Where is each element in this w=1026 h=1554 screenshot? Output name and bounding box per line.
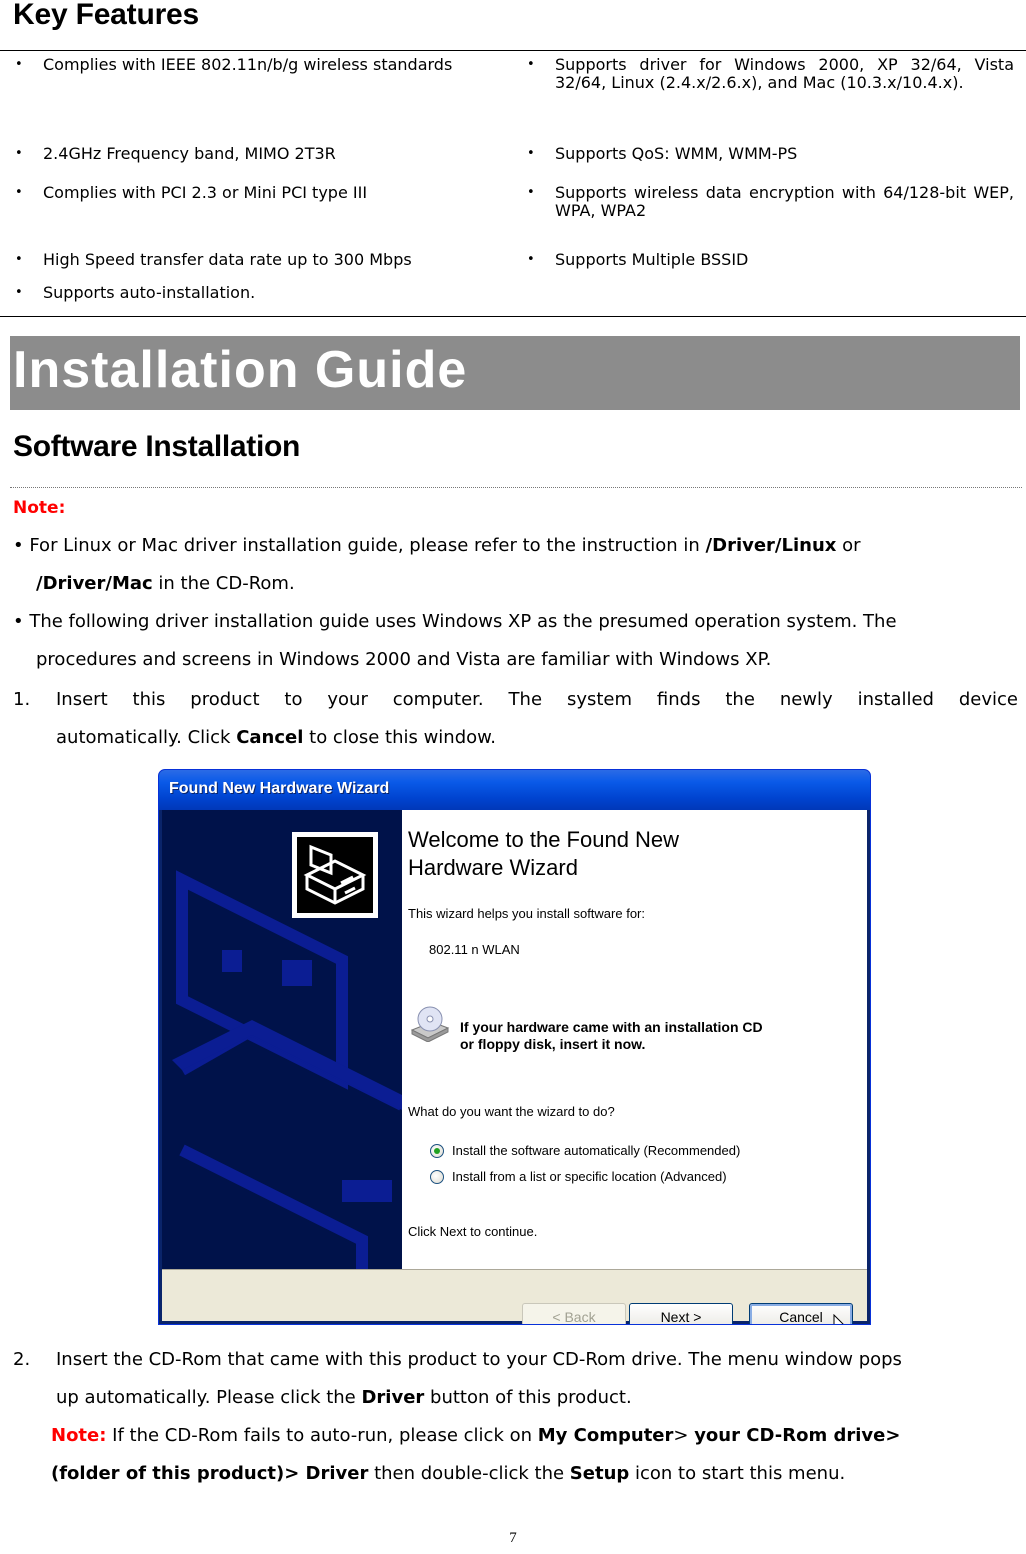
note-windows-xp: • The following driver installation guid… xyxy=(13,611,897,632)
note-linux-mac: • For Linux or Mac driver installation g… xyxy=(13,535,861,556)
wizard-content: Welcome to the Found New Hardware Wizard… xyxy=(402,810,867,1269)
continue-hint: Click Next to continue. xyxy=(408,1224,538,1239)
bullet-icon: • xyxy=(15,285,23,300)
wizard-button-separator xyxy=(162,1269,867,1270)
radio-button-selected[interactable] xyxy=(430,1144,444,1158)
dotted-divider xyxy=(10,487,1022,488)
bullet-icon: • xyxy=(527,57,535,72)
section-banner: Installation Guide xyxy=(10,336,1020,410)
bullet-icon: • xyxy=(15,185,23,200)
note-linux-mac-cont: /Driver/Mac in the CD-Rom. xyxy=(36,573,295,594)
step-2-note-label: Note: xyxy=(51,1425,107,1446)
step-1-text-cont: automatically. Click Cancel to close thi… xyxy=(56,727,496,748)
step-1-number: 1. xyxy=(13,689,31,710)
wizard-question: What do you want the wizard to do? xyxy=(408,1104,615,1119)
step-1-text: Insert this product to your computer. Th… xyxy=(56,689,1018,710)
bullet-icon: • xyxy=(527,146,535,161)
table-top-rule xyxy=(0,50,1026,51)
back-button[interactable]: < Back xyxy=(522,1303,626,1324)
table-bottom-rule xyxy=(0,316,1026,317)
bullet-icon: • xyxy=(15,252,23,267)
wizard-body: Welcome to the Found New Hardware Wizard… xyxy=(162,810,867,1324)
radio-button[interactable] xyxy=(430,1170,444,1184)
insert-cd-instruction: If your hardware came with an installati… xyxy=(460,1019,763,1052)
banner-title: Installation Guide xyxy=(13,341,468,399)
wizard-title: Found New Hardware Wizard xyxy=(169,780,390,797)
bullet-icon: • xyxy=(527,252,535,267)
step-2-number: 2. xyxy=(13,1349,31,1370)
note-label: Note: xyxy=(13,498,66,518)
path-driver-linux: /Driver/Linux xyxy=(705,535,837,556)
hardware-icon xyxy=(292,832,378,918)
path-driver-mac: /Driver/Mac xyxy=(36,573,153,594)
step-2-text-cont: up automatically. Please click the Drive… xyxy=(56,1387,632,1408)
bullet-icon: • xyxy=(15,57,23,72)
note-windows-xp-cont: procedures and screens in Windows 2000 a… xyxy=(36,649,772,670)
wizard-heading: Welcome to the Found New Hardware Wizard xyxy=(408,827,680,880)
step-2-note: Note: If the CD-Rom fails to auto-run, p… xyxy=(51,1425,901,1446)
bullet-icon: • xyxy=(15,146,23,161)
software-installation-heading: Software Installation xyxy=(13,430,301,463)
bullet-icon: • xyxy=(527,185,535,200)
page-number: 7 xyxy=(509,1530,517,1546)
device-name: 802.11 n WLAN xyxy=(429,942,520,957)
mouse-cursor-icon xyxy=(833,1314,844,1324)
key-features-heading: Key Features xyxy=(13,0,200,31)
cd-drive-icon xyxy=(410,1006,450,1043)
wizard-helps-text: This wizard helps you install software f… xyxy=(408,906,645,921)
wizard-title-bar: Found New Hardware Wizard xyxy=(159,770,870,810)
step-2-text: Insert the CD-Rom that came with this pr… xyxy=(56,1349,902,1370)
next-button[interactable]: Next > xyxy=(629,1303,733,1324)
step-2-note-cont: (folder of this product)> Driver then do… xyxy=(51,1463,846,1484)
found-new-hardware-wizard-window: Found New Hardware Wizard Welcome to the… xyxy=(158,769,871,1325)
wizard-side-panel xyxy=(162,810,402,1269)
